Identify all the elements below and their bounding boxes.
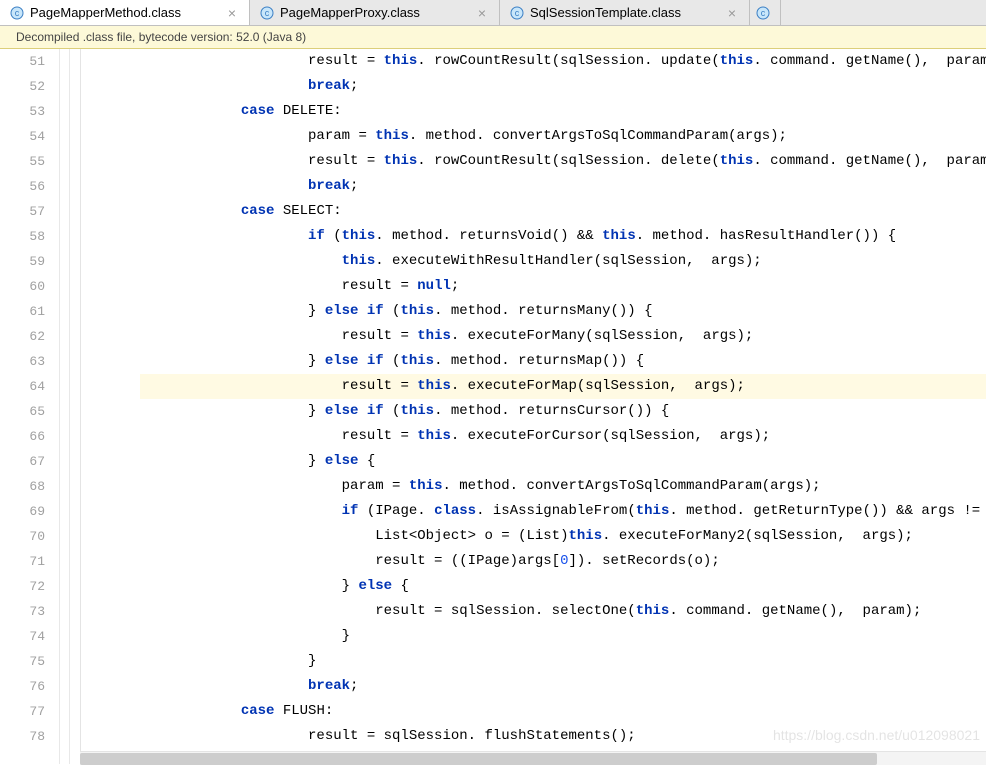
close-icon[interactable]: × — [725, 5, 739, 21]
tab-partial[interactable]: c — [750, 0, 781, 25]
line-number: 76 — [0, 674, 45, 699]
line-number: 74 — [0, 624, 45, 649]
class-file-icon: c — [756, 6, 770, 20]
code-line[interactable]: result = this. rowCountResult(sqlSession… — [140, 49, 986, 74]
line-number: 51 — [0, 49, 45, 74]
code-line[interactable]: break; — [140, 74, 986, 99]
code-line[interactable]: if (IPage. class. isAssignableFrom(this.… — [140, 499, 986, 524]
line-number: 65 — [0, 399, 45, 424]
line-number: 66 — [0, 424, 45, 449]
line-number: 56 — [0, 174, 45, 199]
code-line[interactable]: case FLUSH: — [140, 699, 986, 724]
code-line[interactable]: param = this. method. convertArgsToSqlCo… — [140, 474, 986, 499]
tab-label: PageMapperMethod.class — [30, 5, 181, 20]
code-line[interactable]: param = this. method. convertArgsToSqlCo… — [140, 124, 986, 149]
horizontal-scrollbar[interactable] — [80, 751, 986, 765]
code-line[interactable]: break; — [140, 174, 986, 199]
svg-text:c: c — [265, 8, 270, 18]
tab-page-mapper-proxy[interactable]: c PageMapperProxy.class × — [250, 0, 500, 25]
line-number: 72 — [0, 574, 45, 599]
line-number: 59 — [0, 249, 45, 274]
code-line[interactable]: result = ((IPage)args[0]). setRecords(o)… — [140, 549, 986, 574]
line-number: 78 — [0, 724, 45, 749]
line-number: 52 — [0, 74, 45, 99]
code-line[interactable]: } else if (this. method. returnsCursor()… — [140, 399, 986, 424]
line-number: 54 — [0, 124, 45, 149]
code-line[interactable]: } else { — [140, 574, 986, 599]
code-line[interactable]: result = this. executeForMany(sqlSession… — [140, 324, 986, 349]
line-number: 71 — [0, 549, 45, 574]
editor-tabs: c PageMapperMethod.class × c PageMapperP… — [0, 0, 986, 26]
code-line[interactable]: result = this. executeForMap(sqlSession,… — [140, 374, 986, 399]
line-number: 69 — [0, 499, 45, 524]
line-number-gutter: 5152535455565758596061626364656667686970… — [0, 49, 60, 764]
code-line[interactable]: this. executeWithResultHandler(sqlSessio… — [140, 249, 986, 274]
tab-label: PageMapperProxy.class — [280, 5, 420, 20]
line-number: 57 — [0, 199, 45, 224]
fold-gutter — [60, 49, 70, 764]
code-line[interactable]: } — [140, 624, 986, 649]
line-number: 77 — [0, 699, 45, 724]
code-line[interactable]: result = null; — [140, 274, 986, 299]
svg-text:c: c — [761, 8, 766, 18]
line-number: 73 — [0, 599, 45, 624]
line-number: 70 — [0, 524, 45, 549]
tab-sql-session-template[interactable]: c SqlSessionTemplate.class × — [500, 0, 750, 25]
scrollbar-thumb[interactable] — [80, 753, 877, 765]
code-line[interactable]: List<Object> o = (List)this. executeForM… — [140, 524, 986, 549]
close-icon[interactable]: × — [475, 5, 489, 21]
tab-label: SqlSessionTemplate.class — [530, 5, 681, 20]
line-number: 67 — [0, 449, 45, 474]
code-line[interactable]: break; — [140, 674, 986, 699]
code-line[interactable]: case DELETE: — [140, 99, 986, 124]
decompiled-banner: Decompiled .class file, bytecode version… — [0, 26, 986, 49]
code-line[interactable]: case SELECT: — [140, 199, 986, 224]
line-number: 58 — [0, 224, 45, 249]
indent-guides — [70, 49, 140, 764]
svg-text:c: c — [515, 8, 520, 18]
code-line[interactable]: } — [140, 649, 986, 674]
line-number: 61 — [0, 299, 45, 324]
watermark: https://blog.csdn.net/u012098021 — [773, 727, 980, 743]
code-line[interactable]: if (this. method. returnsVoid() && this.… — [140, 224, 986, 249]
close-icon[interactable]: × — [225, 5, 239, 21]
class-file-icon: c — [10, 6, 24, 20]
tab-page-mapper-method[interactable]: c PageMapperMethod.class × — [0, 0, 250, 25]
code-line[interactable]: } else if (this. method. returnsMap()) { — [140, 349, 986, 374]
line-number: 63 — [0, 349, 45, 374]
code-line[interactable]: result = sqlSession. selectOne(this. com… — [140, 599, 986, 624]
line-number: 75 — [0, 649, 45, 674]
code-line[interactable]: } else { — [140, 449, 986, 474]
code-line[interactable]: result = this. executeForCursor(sqlSessi… — [140, 424, 986, 449]
class-file-icon: c — [260, 6, 274, 20]
code-line[interactable]: result = this. rowCountResult(sqlSession… — [140, 149, 986, 174]
code-content[interactable]: result = this. rowCountResult(sqlSession… — [140, 49, 986, 764]
code-line[interactable]: } else if (this. method. returnsMany()) … — [140, 299, 986, 324]
line-number: 60 — [0, 274, 45, 299]
line-number: 64 — [0, 374, 45, 399]
line-number: 53 — [0, 99, 45, 124]
line-number: 55 — [0, 149, 45, 174]
line-number: 68 — [0, 474, 45, 499]
editor-area[interactable]: 5152535455565758596061626364656667686970… — [0, 49, 986, 764]
svg-text:c: c — [15, 8, 20, 18]
class-file-icon: c — [510, 6, 524, 20]
line-number: 62 — [0, 324, 45, 349]
